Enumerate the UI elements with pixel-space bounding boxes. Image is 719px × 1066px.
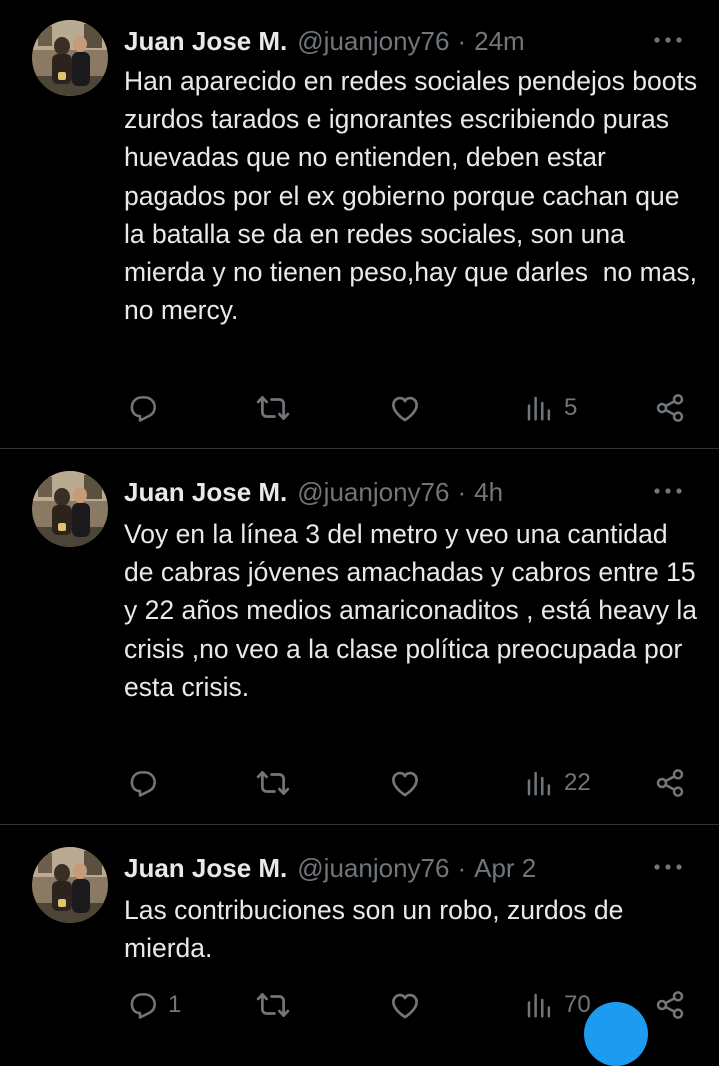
timestamp[interactable]: 24m [474, 26, 525, 57]
heart-icon [388, 988, 422, 1022]
retweet-icon [256, 391, 290, 425]
heart-icon [388, 766, 422, 800]
retweet-button[interactable] [256, 388, 300, 428]
tweet-text: Han aparecido en redes sociales pendejos… [124, 66, 705, 326]
views-button[interactable]: 5 [524, 388, 577, 428]
more-horizontal-icon[interactable] [651, 857, 685, 877]
retweet-button[interactable] [256, 763, 300, 803]
like-button[interactable] [388, 763, 432, 803]
reply-button[interactable] [126, 763, 168, 803]
views-button[interactable]: 22 [524, 763, 591, 803]
reply-icon [126, 989, 158, 1021]
author-name[interactable]: Juan Jose M. [124, 477, 287, 508]
more-horizontal-icon[interactable] [651, 30, 685, 50]
separator-dot: · [457, 476, 467, 507]
author-name[interactable]: Juan Jose M. [124, 853, 287, 884]
avatar[interactable] [32, 20, 108, 96]
tweet-header: Juan Jose M. @juanjony76 · 24m [124, 24, 525, 58]
share-icon [654, 989, 686, 1021]
timestamp[interactable]: 4h [474, 477, 503, 508]
author-handle[interactable]: @juanjony76 [297, 853, 449, 884]
more-horizontal-icon[interactable] [651, 481, 685, 501]
separator-dot: · [457, 852, 467, 883]
reply-icon [126, 767, 158, 799]
like-button[interactable] [388, 388, 432, 428]
tweet-header: Juan Jose M. @juanjony76 · 4h [124, 475, 503, 509]
avatar[interactable] [32, 847, 108, 923]
separator-dot: · [457, 25, 467, 56]
share-icon [654, 767, 686, 799]
author-handle[interactable]: @juanjony76 [297, 477, 449, 508]
timestamp[interactable]: Apr 2 [474, 853, 536, 884]
avatar[interactable] [32, 471, 108, 547]
retweet-icon [256, 766, 290, 800]
tweet-actions: 5 [0, 388, 719, 428]
reply-button[interactable]: 1 [126, 985, 181, 1025]
compose-button[interactable] [584, 1002, 648, 1066]
like-button[interactable] [388, 985, 432, 1025]
tweet-3[interactable]: Juan Jose M. @juanjony76 · Apr 2 Las con… [0, 825, 719, 1019]
reply-icon [126, 392, 158, 424]
tweet-2[interactable]: Juan Jose M. @juanjony76 · 4h Voy en la … [0, 449, 719, 824]
share-button[interactable] [654, 985, 686, 1025]
author-name[interactable]: Juan Jose M. [124, 26, 287, 57]
tweet-header: Juan Jose M. @juanjony76 · Apr 2 [124, 851, 536, 885]
tweet-1[interactable]: Juan Jose M. @juanjony76 · 24m Han apare… [0, 0, 719, 448]
retweet-button[interactable] [256, 985, 300, 1025]
views-button[interactable]: 70 [524, 985, 591, 1025]
tweet-text: Las contribuciones son un robo, zurdos d… [124, 895, 631, 964]
views-chart-icon [524, 393, 554, 423]
reply-button[interactable] [126, 388, 168, 428]
views-chart-icon [524, 990, 554, 1020]
views-chart-icon [524, 768, 554, 798]
views-count: 5 [564, 394, 578, 421]
views-count: 22 [564, 769, 591, 796]
retweet-icon [256, 988, 290, 1022]
author-handle[interactable]: @juanjony76 [297, 26, 449, 57]
share-button[interactable] [654, 763, 686, 803]
share-button[interactable] [654, 388, 686, 428]
tweet-text: Voy en la línea 3 del metro y veo una ca… [124, 519, 705, 702]
tweet-actions: 22 [0, 763, 719, 803]
heart-icon [388, 391, 422, 425]
share-icon [654, 392, 686, 424]
